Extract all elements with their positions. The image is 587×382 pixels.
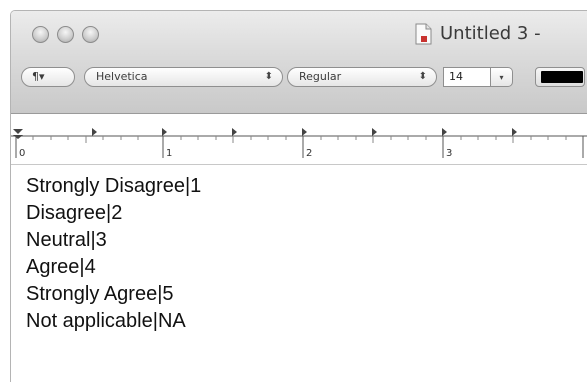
tab-stop-marker: [302, 128, 307, 136]
ruler-label: 2: [306, 148, 313, 159]
tab-stop-marker: [372, 128, 377, 136]
document-icon: [415, 23, 432, 45]
ruler-label: 3: [446, 148, 453, 159]
font-style-select[interactable]: Regular ⬍: [287, 67, 437, 87]
close-window-button[interactable]: [32, 26, 49, 43]
font-family-value: Helvetica: [96, 70, 148, 83]
font-size-field[interactable]: 14: [443, 67, 491, 87]
zoom-window-button[interactable]: [82, 26, 99, 43]
left-indent-marker: [13, 129, 23, 134]
document-line: Disagree|2: [26, 202, 123, 224]
paragraph-style-button[interactable]: ¶▾: [21, 67, 75, 87]
textedit-window: Untitled 3 - ¶▾ Helvetica ⬍ Regular ⬍ 14…: [10, 10, 587, 382]
tab-stop-marker: [442, 128, 447, 136]
ruler[interactable]: 0 1 2 3: [11, 114, 587, 165]
tab-stop-marker: [162, 128, 167, 136]
document-line: Agree|4: [26, 256, 96, 278]
document-line: Neutral|3: [26, 229, 107, 251]
paragraph-style-label: ¶▾: [32, 70, 45, 83]
ruler-label: 0: [19, 148, 26, 159]
text-color-swatch: [541, 71, 583, 83]
first-line-indent-marker: [13, 135, 23, 139]
ruler-label: 1: [166, 148, 173, 159]
minimize-window-button[interactable]: [57, 26, 74, 43]
font-family-select[interactable]: Helvetica ⬍: [84, 67, 283, 87]
document-line: Not applicable|NA: [26, 310, 186, 332]
document-text-area[interactable]: Strongly Disagree|1 Disagree|2 Neutral|3…: [11, 165, 587, 382]
font-size-dropdown-button[interactable]: ▾: [491, 67, 513, 87]
document-line: Strongly Agree|5: [26, 283, 174, 305]
tab-stop-marker: [232, 128, 237, 136]
tab-stop-marker: [512, 128, 517, 136]
ruler-scale: [11, 128, 587, 158]
document-line: Strongly Disagree|1: [26, 175, 202, 197]
tab-stop-marker: [92, 128, 97, 136]
window-title: Untitled 3 -: [440, 23, 541, 44]
titlebar: Untitled 3 - ¶▾ Helvetica ⬍ Regular ⬍ 14…: [11, 11, 587, 114]
select-arrows-icon: ⬍: [418, 71, 427, 82]
font-style-value: Regular: [299, 70, 342, 83]
tab-stops: [92, 128, 517, 136]
select-arrows-icon: ⬍: [264, 71, 273, 82]
text-color-well[interactable]: [535, 67, 585, 87]
